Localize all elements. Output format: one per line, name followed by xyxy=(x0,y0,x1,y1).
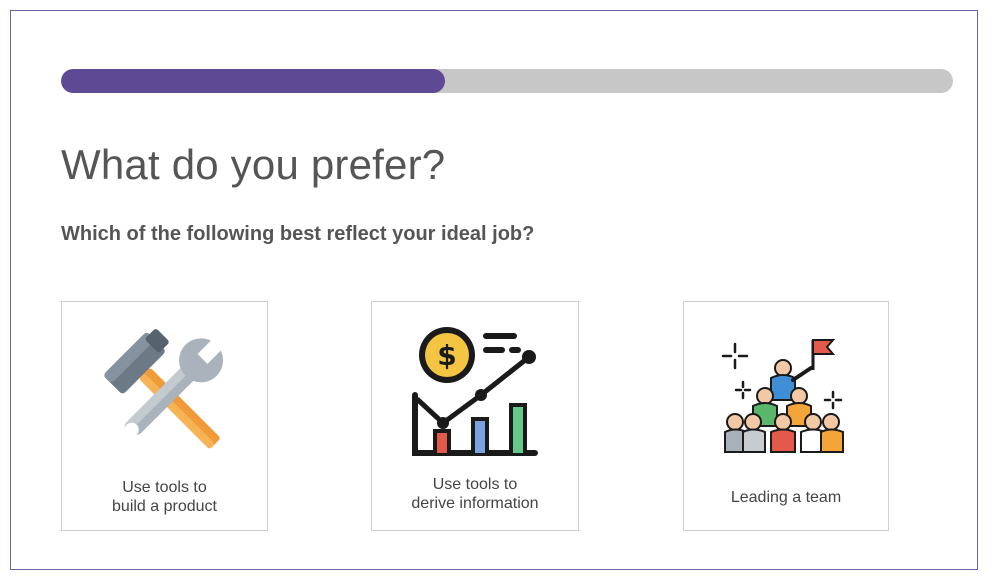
option-derive-information[interactable]: $ Use tools to derive information xyxy=(371,301,579,531)
finance-chart-icon: $ xyxy=(372,320,578,470)
page-subtitle: Which of the following best reflect your… xyxy=(61,223,535,245)
progress-bar-fill xyxy=(61,69,445,93)
option-label: Use tools to derive information xyxy=(411,476,539,512)
team-leader-icon xyxy=(684,320,888,470)
progress-bar xyxy=(61,69,953,93)
tools-icon xyxy=(62,320,267,470)
option-leading-team[interactable]: Leading a team xyxy=(683,301,889,531)
quiz-frame: What do you prefer? Which of the followi… xyxy=(10,10,978,570)
svg-text:$: $ xyxy=(437,339,456,372)
page-title: What do you prefer? xyxy=(61,141,446,188)
option-label: Use tools to build a product xyxy=(112,479,217,515)
option-build-product[interactable]: Use tools to build a product xyxy=(61,301,268,531)
option-label: Leading a team xyxy=(730,489,842,506)
